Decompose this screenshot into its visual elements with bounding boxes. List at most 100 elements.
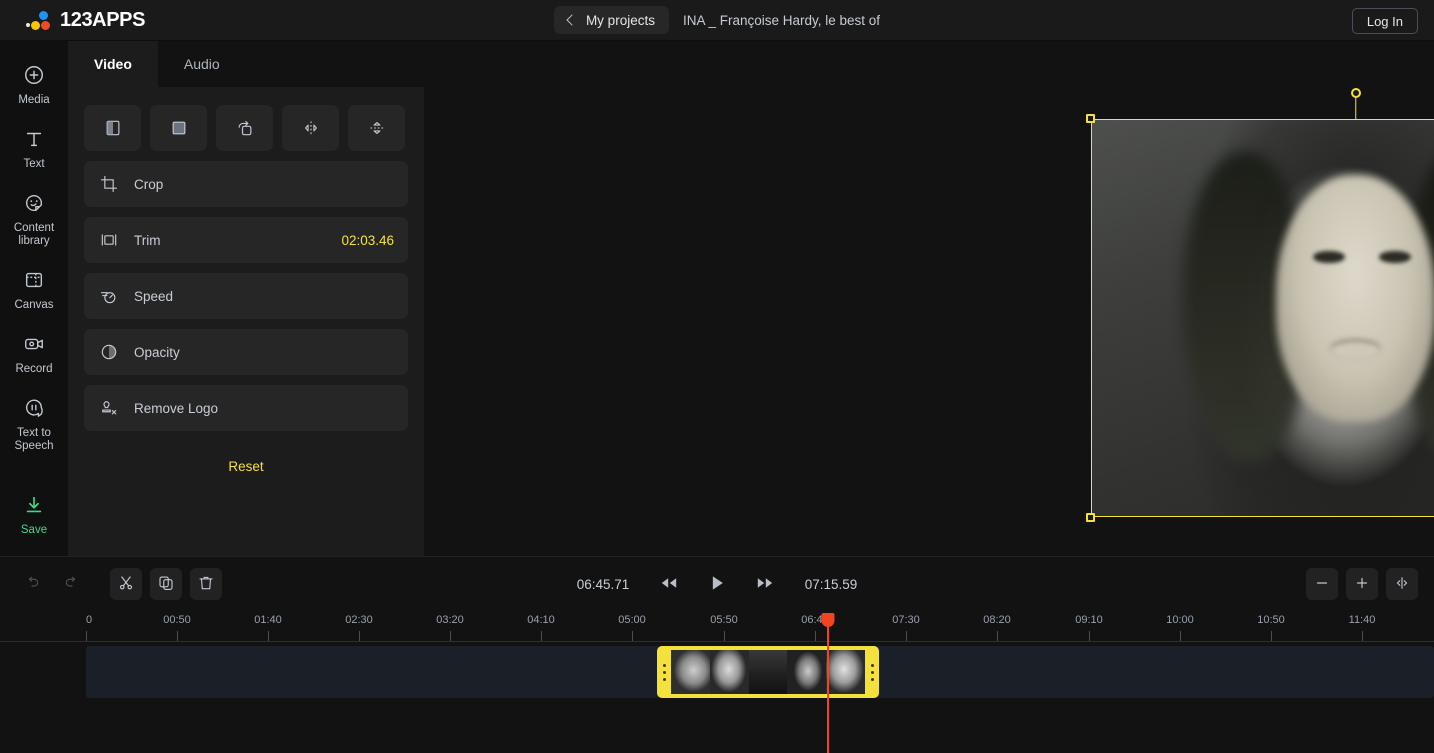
fit-timeline-button[interactable] <box>1386 568 1418 600</box>
clip-handle-right[interactable] <box>865 646 879 698</box>
video-image-detail <box>1276 175 1434 421</box>
playhead[interactable] <box>827 613 829 753</box>
fit-to-frame-icon <box>103 118 123 138</box>
ruler-tick-label: 09:10 <box>1075 614 1103 626</box>
video-clip[interactable] <box>657 646 879 698</box>
transform-tool-grid <box>84 105 408 151</box>
chevron-left-icon <box>566 14 577 25</box>
tab-audio[interactable]: Audio <box>158 41 246 87</box>
flip-vertical-icon <box>367 118 387 138</box>
speed-row[interactable]: Speed <box>84 273 408 319</box>
fill-frame-button[interactable] <box>150 105 207 151</box>
video-canvas[interactable]: ina.fr <box>1091 119 1434 517</box>
ruler-tick <box>177 631 178 641</box>
trash-icon <box>197 574 215 595</box>
top-bar: 123APPS My projects INA _ Françoise Hard… <box>0 0 1434 41</box>
plus-icon <box>1353 574 1371 595</box>
timeline: 06:45.71 <box>0 556 1434 753</box>
my-projects-label: My projects <box>586 13 655 28</box>
reset-button[interactable]: Reset <box>84 453 408 480</box>
remove-logo-row[interactable]: Remove Logo <box>84 385 408 431</box>
undo-button[interactable] <box>16 568 48 600</box>
tab-video[interactable]: Video <box>68 41 158 87</box>
fit-to-frame-button[interactable] <box>84 105 141 151</box>
text-t-icon <box>21 126 47 152</box>
properties-panel: Video Audio <box>68 41 424 556</box>
resize-handle-bottom-left[interactable] <box>1086 513 1095 522</box>
logo-dots-icon <box>26 9 52 31</box>
video-camera-icon <box>21 331 47 357</box>
sidebar-label: Media <box>18 94 49 107</box>
panel-content: Crop Trim 02:03.46 <box>68 87 424 556</box>
ruler-tick <box>268 631 269 641</box>
video-image-detail <box>1379 251 1411 264</box>
zoom-in-button[interactable] <box>1346 568 1378 600</box>
my-projects-button[interactable]: My projects <box>554 6 669 34</box>
sidebar-item-save[interactable]: Save <box>0 481 68 545</box>
ruler-tick-label: 08:20 <box>983 614 1011 626</box>
opacity-row[interactable]: Opacity <box>84 329 408 375</box>
opacity-icon <box>98 341 120 363</box>
playhead-knob[interactable] <box>821 613 834 627</box>
ruler-tick <box>724 631 725 641</box>
sidebar-item-text-to-speech[interactable]: Text to Speech <box>0 384 68 461</box>
trim-row[interactable]: Trim 02:03.46 <box>84 217 408 263</box>
flip-horizontal-icon <box>301 118 321 138</box>
cut-button[interactable] <box>110 568 142 600</box>
zoom-out-button[interactable] <box>1306 568 1338 600</box>
rotate-handle[interactable] <box>1351 88 1361 98</box>
video-image-detail <box>1332 342 1379 358</box>
video-editor-app: 123APPS My projects INA _ Françoise Hard… <box>0 0 1434 753</box>
rewind-button[interactable] <box>656 571 682 597</box>
ruler-tick <box>1362 631 1363 641</box>
video-selection[interactable]: ina.fr <box>1091 119 1434 517</box>
minus-icon <box>1313 574 1331 595</box>
sidebar-item-media[interactable]: Media <box>0 51 68 115</box>
speed-label: Speed <box>134 289 380 304</box>
ruler-tick-label: 05:00 <box>618 614 646 626</box>
download-icon <box>21 492 47 518</box>
ruler-tick <box>86 631 87 641</box>
flip-horizontal-button[interactable] <box>282 105 339 151</box>
scissors-icon <box>117 574 135 595</box>
ruler-tick-label: 07:30 <box>892 614 920 626</box>
ruler-tick-label: 10:50 <box>1257 614 1285 626</box>
play-button[interactable] <box>704 571 730 597</box>
flip-vertical-button[interactable] <box>348 105 405 151</box>
ruler-tick <box>1089 631 1090 641</box>
sidebar-item-content-library[interactable]: Content library <box>0 179 68 256</box>
current-time: 06:45.71 <box>572 577 634 592</box>
resize-handle-top-left[interactable] <box>1086 114 1095 123</box>
copy-button[interactable] <box>150 568 182 600</box>
ruler-tick <box>815 631 816 641</box>
rewind-icon <box>659 575 679 594</box>
brand-logo[interactable]: 123APPS <box>26 9 145 32</box>
fill-frame-icon <box>169 118 189 138</box>
remove-logo-label: Remove Logo <box>134 401 380 416</box>
ruler-tick-label: 02:30 <box>345 614 373 626</box>
log-in-button[interactable]: Log In <box>1352 8 1418 34</box>
delete-button[interactable] <box>190 568 222 600</box>
sidebar-label: Text to Speech <box>2 427 66 453</box>
sidebar-item-canvas[interactable]: Canvas <box>0 256 68 320</box>
ruler-baseline <box>0 641 1434 642</box>
clip-thumbnails <box>671 650 865 694</box>
sidebar-item-text[interactable]: Text <box>0 115 68 179</box>
clip-thumbnail <box>749 650 788 694</box>
crop-icon <box>98 173 120 195</box>
ruler-tick <box>541 631 542 641</box>
clip-handle-left[interactable] <box>657 646 671 698</box>
fast-forward-button[interactable] <box>752 571 778 597</box>
timeline-ruler[interactable]: 000:5001:4002:3003:2004:1005:0005:5006:4… <box>0 611 1434 643</box>
redo-icon <box>63 574 81 595</box>
redo-button[interactable] <box>56 568 88 600</box>
ruler-tick <box>359 631 360 641</box>
rotate-button[interactable] <box>216 105 273 151</box>
top-bar-center: My projects INA _ Françoise Hardy, le be… <box>0 0 1434 40</box>
fit-width-icon <box>1393 574 1411 595</box>
rotate-icon <box>235 118 255 138</box>
crop-row[interactable]: Crop <box>84 161 408 207</box>
sidebar-label: Save <box>21 524 47 537</box>
sidebar-item-record[interactable]: Record <box>0 320 68 384</box>
speed-icon <box>98 285 120 307</box>
